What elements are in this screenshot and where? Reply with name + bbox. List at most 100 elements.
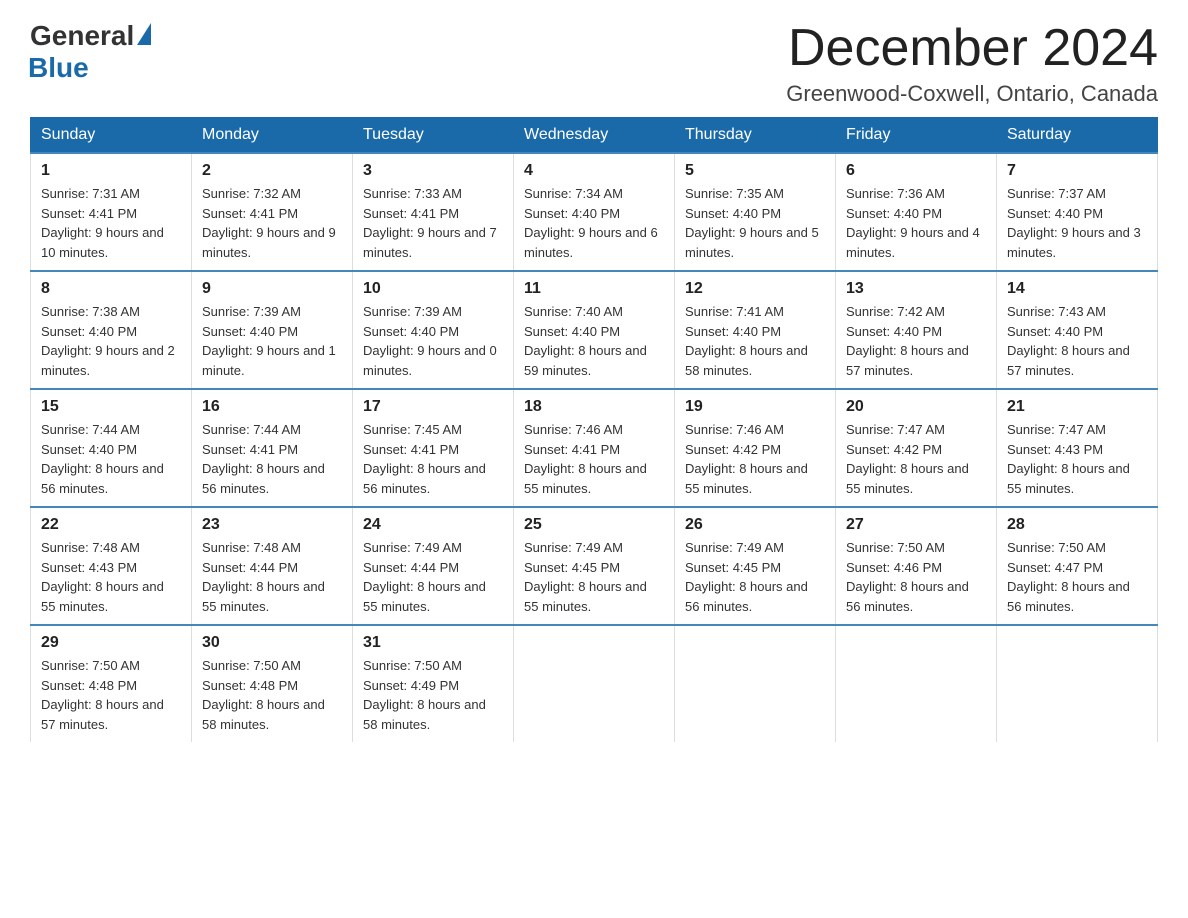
day-info: Sunrise: 7:44 AMSunset: 4:41 PMDaylight:… xyxy=(202,420,342,498)
day-info: Sunrise: 7:45 AMSunset: 4:41 PMDaylight:… xyxy=(363,420,503,498)
day-cell-9: 9 Sunrise: 7:39 AMSunset: 4:40 PMDaylight… xyxy=(192,271,353,389)
day-info: Sunrise: 7:50 AMSunset: 4:48 PMDaylight:… xyxy=(202,656,342,734)
logo-blue-text: Blue xyxy=(28,52,89,84)
header-row: SundayMondayTuesdayWednesdayThursdayFrid… xyxy=(31,118,1158,154)
day-cell-4: 4Sunrise: 7:34 AMSunset: 4:40 PMDaylight… xyxy=(514,153,675,271)
day-cell-25: 25 Sunrise: 7:49 AMSunset: 4:45 PMDayligh… xyxy=(514,507,675,625)
header-day-wednesday: Wednesday xyxy=(514,118,675,154)
day-info: Sunrise: 7:42 AMSunset: 4:40 PMDaylight:… xyxy=(846,302,986,380)
empty-cell xyxy=(836,625,997,742)
day-info: Sunrise: 7:41 AMSunset: 4:40 PMDaylight:… xyxy=(685,302,825,380)
day-cell-21: 21 Sunrise: 7:47 AMSunset: 4:43 PMDayligh… xyxy=(997,389,1158,507)
header-day-monday: Monday xyxy=(192,118,353,154)
day-cell-29: 29 Sunrise: 7:50 AMSunset: 4:48 PMDayligh… xyxy=(31,625,192,742)
day-info: Sunrise: 7:32 AMSunset: 4:41 PMDaylight:… xyxy=(202,184,342,262)
day-cell-1: 1Sunrise: 7:31 AMSunset: 4:41 PMDaylight… xyxy=(31,153,192,271)
day-number: 15 xyxy=(41,398,181,416)
day-info: Sunrise: 7:46 AMSunset: 4:41 PMDaylight:… xyxy=(524,420,664,498)
day-number: 14 xyxy=(1007,280,1147,298)
day-number: 22 xyxy=(41,516,181,534)
day-number: 11 xyxy=(524,280,664,298)
empty-cell xyxy=(514,625,675,742)
calendar-header: SundayMondayTuesdayWednesdayThursdayFrid… xyxy=(31,118,1158,154)
day-number: 13 xyxy=(846,280,986,298)
day-cell-18: 18 Sunrise: 7:46 AMSunset: 4:41 PMDayligh… xyxy=(514,389,675,507)
day-cell-14: 14 Sunrise: 7:43 AMSunset: 4:40 PMDayligh… xyxy=(997,271,1158,389)
day-cell-28: 28Sunrise: 7:50 AMSunset: 4:47 PMDayligh… xyxy=(997,507,1158,625)
day-info: Sunrise: 7:37 AMSunset: 4:40 PMDaylight:… xyxy=(1007,184,1147,262)
logo: General Blue xyxy=(30,20,151,84)
day-info: Sunrise: 7:40 AMSunset: 4:40 PMDaylight:… xyxy=(524,302,664,380)
day-number: 12 xyxy=(685,280,825,298)
location-title: Greenwood-Coxwell, Ontario, Canada xyxy=(786,81,1158,107)
day-number: 29 xyxy=(41,634,181,652)
page-header: General Blue December 2024 Greenwood-Cox… xyxy=(30,20,1158,107)
day-cell-19: 19Sunrise: 7:46 AMSunset: 4:42 PMDayligh… xyxy=(675,389,836,507)
day-cell-6: 6 Sunrise: 7:36 AMSunset: 4:40 PMDaylight… xyxy=(836,153,997,271)
day-number: 17 xyxy=(363,398,503,416)
header-day-saturday: Saturday xyxy=(997,118,1158,154)
day-number: 28 xyxy=(1007,516,1147,534)
day-info: Sunrise: 7:31 AMSunset: 4:41 PMDaylight:… xyxy=(41,184,181,262)
calendar-body: 1Sunrise: 7:31 AMSunset: 4:41 PMDaylight… xyxy=(31,153,1158,742)
day-info: Sunrise: 7:47 AMSunset: 4:43 PMDaylight:… xyxy=(1007,420,1147,498)
day-info: Sunrise: 7:47 AMSunset: 4:42 PMDaylight:… xyxy=(846,420,986,498)
logo-triangle-icon xyxy=(137,23,151,45)
day-number: 25 xyxy=(524,516,664,534)
day-number: 21 xyxy=(1007,398,1147,416)
day-cell-24: 24Sunrise: 7:49 AMSunset: 4:44 PMDayligh… xyxy=(353,507,514,625)
day-info: Sunrise: 7:39 AMSunset: 4:40 PMDaylight:… xyxy=(202,302,342,380)
day-number: 30 xyxy=(202,634,342,652)
day-number: 23 xyxy=(202,516,342,534)
day-info: Sunrise: 7:50 AMSunset: 4:48 PMDaylight:… xyxy=(41,656,181,734)
calendar-table: SundayMondayTuesdayWednesdayThursdayFrid… xyxy=(30,117,1158,742)
day-info: Sunrise: 7:35 AMSunset: 4:40 PMDaylight:… xyxy=(685,184,825,262)
week-row-3: 15 Sunrise: 7:44 AMSunset: 4:40 PMDayligh… xyxy=(31,389,1158,507)
week-row-5: 29 Sunrise: 7:50 AMSunset: 4:48 PMDayligh… xyxy=(31,625,1158,742)
day-info: Sunrise: 7:38 AMSunset: 4:40 PMDaylight:… xyxy=(41,302,181,380)
day-info: Sunrise: 7:50 AMSunset: 4:46 PMDaylight:… xyxy=(846,538,986,616)
day-number: 8 xyxy=(41,280,181,298)
day-number: 3 xyxy=(363,162,503,180)
day-number: 16 xyxy=(202,398,342,416)
day-number: 26 xyxy=(685,516,825,534)
day-number: 31 xyxy=(363,634,503,652)
day-cell-11: 11 Sunrise: 7:40 AMSunset: 4:40 PMDayligh… xyxy=(514,271,675,389)
day-info: Sunrise: 7:49 AMSunset: 4:45 PMDaylight:… xyxy=(524,538,664,616)
day-number: 5 xyxy=(685,162,825,180)
day-number: 4 xyxy=(524,162,664,180)
week-row-1: 1Sunrise: 7:31 AMSunset: 4:41 PMDaylight… xyxy=(31,153,1158,271)
day-number: 6 xyxy=(846,162,986,180)
header-day-friday: Friday xyxy=(836,118,997,154)
header-day-tuesday: Tuesday xyxy=(353,118,514,154)
header-day-sunday: Sunday xyxy=(31,118,192,154)
day-number: 19 xyxy=(685,398,825,416)
day-number: 20 xyxy=(846,398,986,416)
day-info: Sunrise: 7:48 AMSunset: 4:44 PMDaylight:… xyxy=(202,538,342,616)
day-cell-10: 10 Sunrise: 7:39 AMSunset: 4:40 PMDayligh… xyxy=(353,271,514,389)
day-info: Sunrise: 7:36 AMSunset: 4:40 PMDaylight:… xyxy=(846,184,986,262)
title-section: December 2024 Greenwood-Coxwell, Ontario… xyxy=(786,20,1158,107)
day-cell-16: 16 Sunrise: 7:44 AMSunset: 4:41 PMDayligh… xyxy=(192,389,353,507)
day-number: 24 xyxy=(363,516,503,534)
day-info: Sunrise: 7:43 AMSunset: 4:40 PMDaylight:… xyxy=(1007,302,1147,380)
day-cell-5: 5 Sunrise: 7:35 AMSunset: 4:40 PMDaylight… xyxy=(675,153,836,271)
day-info: Sunrise: 7:39 AMSunset: 4:40 PMDaylight:… xyxy=(363,302,503,380)
day-cell-8: 8 Sunrise: 7:38 AMSunset: 4:40 PMDaylight… xyxy=(31,271,192,389)
day-cell-23: 23 Sunrise: 7:48 AMSunset: 4:44 PMDayligh… xyxy=(192,507,353,625)
day-number: 9 xyxy=(202,280,342,298)
week-row-4: 22Sunrise: 7:48 AMSunset: 4:43 PMDayligh… xyxy=(31,507,1158,625)
day-cell-22: 22Sunrise: 7:48 AMSunset: 4:43 PMDayligh… xyxy=(31,507,192,625)
day-number: 7 xyxy=(1007,162,1147,180)
day-cell-31: 31Sunrise: 7:50 AMSunset: 4:49 PMDayligh… xyxy=(353,625,514,742)
day-number: 27 xyxy=(846,516,986,534)
empty-cell xyxy=(997,625,1158,742)
day-number: 10 xyxy=(363,280,503,298)
day-info: Sunrise: 7:44 AMSunset: 4:40 PMDaylight:… xyxy=(41,420,181,498)
day-number: 18 xyxy=(524,398,664,416)
day-info: Sunrise: 7:49 AMSunset: 4:45 PMDaylight:… xyxy=(685,538,825,616)
header-day-thursday: Thursday xyxy=(675,118,836,154)
day-info: Sunrise: 7:33 AMSunset: 4:41 PMDaylight:… xyxy=(363,184,503,262)
day-cell-7: 7 Sunrise: 7:37 AMSunset: 4:40 PMDaylight… xyxy=(997,153,1158,271)
day-cell-27: 27 Sunrise: 7:50 AMSunset: 4:46 PMDayligh… xyxy=(836,507,997,625)
